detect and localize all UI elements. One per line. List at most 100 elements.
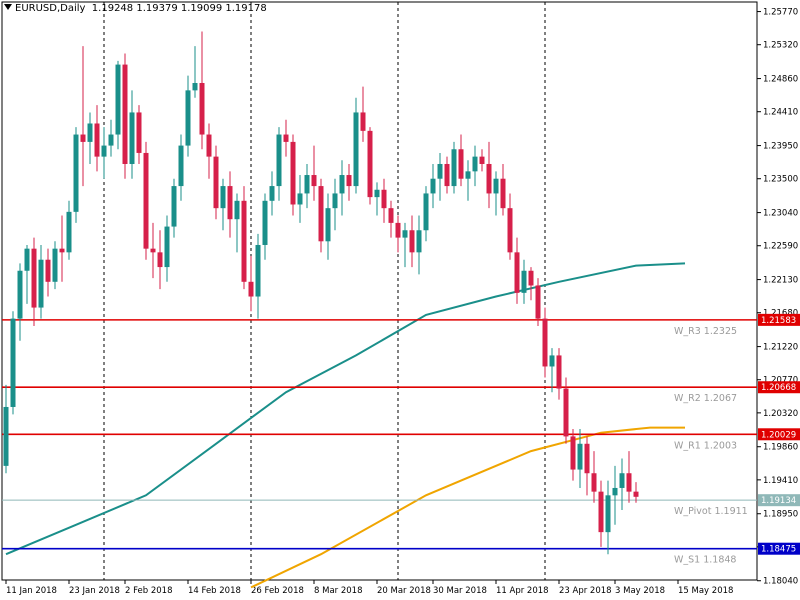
candle-body[interactable] [157,252,163,268]
candle-body[interactable] [563,388,569,437]
candle-body[interactable] [332,193,338,209]
candle-body[interactable] [346,175,352,187]
candle-body[interactable] [465,171,471,179]
candle-body[interactable] [318,186,324,242]
candle-body[interactable] [24,248,30,271]
candle-body[interactable] [626,473,632,492]
candle-body[interactable] [129,112,135,164]
y-tick-label: 1.19860 [763,443,798,453]
candle-body[interactable] [17,270,23,319]
candle-body[interactable] [381,189,387,209]
level-price-text: 1.20668 [761,383,796,393]
candle-body[interactable] [164,226,170,268]
candle-body[interactable] [535,285,541,319]
candle-body[interactable] [255,244,261,297]
candle-body[interactable] [325,208,331,242]
level-price-text: 1.21583 [761,316,796,326]
candle-body[interactable] [542,318,548,367]
candle-body[interactable] [283,134,289,142]
candle-body[interactable] [87,123,93,142]
candle-body[interactable] [577,443,583,470]
candle-body[interactable] [304,175,310,194]
candle-body[interactable] [262,200,268,245]
candle-body[interactable] [185,90,191,146]
candle-body[interactable] [409,230,415,253]
x-tick-label: 23 Apr 2018 [559,586,612,596]
candle-body[interactable] [80,134,86,142]
candle-body[interactable] [276,134,282,187]
candle-body[interactable] [66,211,72,253]
candle-body[interactable] [423,193,429,231]
candle-body[interactable] [430,178,436,194]
candle-body[interactable] [570,436,576,470]
price-chart[interactable]: 1.25770 1.25320 1.24860 1.24410 1.23950 1.235… [0,0,800,600]
candle-body[interactable] [584,443,590,474]
level-price-text: 1.20029 [761,430,796,440]
candle-body[interactable] [612,487,618,496]
candle-body[interactable] [38,259,44,308]
candle-body[interactable] [31,248,37,308]
candle-body[interactable] [367,130,373,198]
candle-body[interactable] [178,145,184,187]
candle-body[interactable] [493,178,499,194]
candle-body[interactable] [108,134,114,146]
candle-body[interactable] [45,259,51,282]
candle-body[interactable] [598,491,604,533]
candle-body[interactable] [479,156,485,164]
candle-body[interactable] [311,175,317,187]
candle-body[interactable] [339,175,345,194]
candle-body[interactable] [101,145,107,157]
candle-body[interactable] [269,186,275,201]
candle-body[interactable] [458,149,464,179]
candle-body[interactable] [143,152,149,249]
candle-body[interactable] [171,186,177,227]
candle-body[interactable] [514,252,520,293]
candle-body[interactable] [472,156,478,172]
candle-body[interactable] [549,355,555,367]
dropdown-triangle-icon[interactable] [4,4,12,10]
candle-body[interactable] [444,163,450,187]
candle-body[interactable] [3,406,9,466]
candle-body[interactable] [451,149,457,187]
candle-body[interactable] [227,186,233,220]
candle-body[interactable] [248,281,254,297]
candle-body[interactable] [374,189,380,198]
candle-body[interactable] [297,193,303,205]
y-tick-label: 1.21220 [763,343,798,353]
candle-body[interactable] [136,112,142,153]
candle-body[interactable] [500,178,506,209]
candle-body[interactable] [402,230,408,238]
candle-body[interactable] [94,123,100,157]
candle-body[interactable] [213,156,219,209]
candle-body[interactable] [150,248,156,253]
candle-body[interactable] [59,248,65,253]
candle-body[interactable] [416,230,422,253]
candle-body[interactable] [353,112,359,187]
candle-body[interactable] [220,186,226,209]
candle-body[interactable] [605,495,611,533]
candle-body[interactable] [528,270,534,286]
candle-body[interactable] [633,491,639,497]
candle-body[interactable] [234,200,240,220]
candle-body[interactable] [591,473,597,492]
candle-body[interactable] [388,208,394,223]
candle-body[interactable] [10,318,16,407]
candle-body[interactable] [52,248,58,282]
candle-body[interactable] [115,64,121,135]
candle-body[interactable] [521,270,527,293]
candle-body[interactable] [556,355,562,389]
candle-body[interactable] [619,473,625,488]
candle-body[interactable] [206,134,212,157]
candle-body[interactable] [122,64,128,164]
candle-body[interactable] [290,141,296,205]
level-label: W_R3 1.2325 [674,326,737,337]
candle-body[interactable] [241,200,247,282]
candle-body[interactable] [73,134,79,212]
candle-body[interactable] [199,82,205,135]
candle-body[interactable] [192,82,198,91]
candle-body[interactable] [395,222,401,238]
candle-body[interactable] [507,208,513,253]
candle-body[interactable] [486,163,492,194]
candle-body[interactable] [437,163,443,179]
candle-body[interactable] [360,112,366,131]
